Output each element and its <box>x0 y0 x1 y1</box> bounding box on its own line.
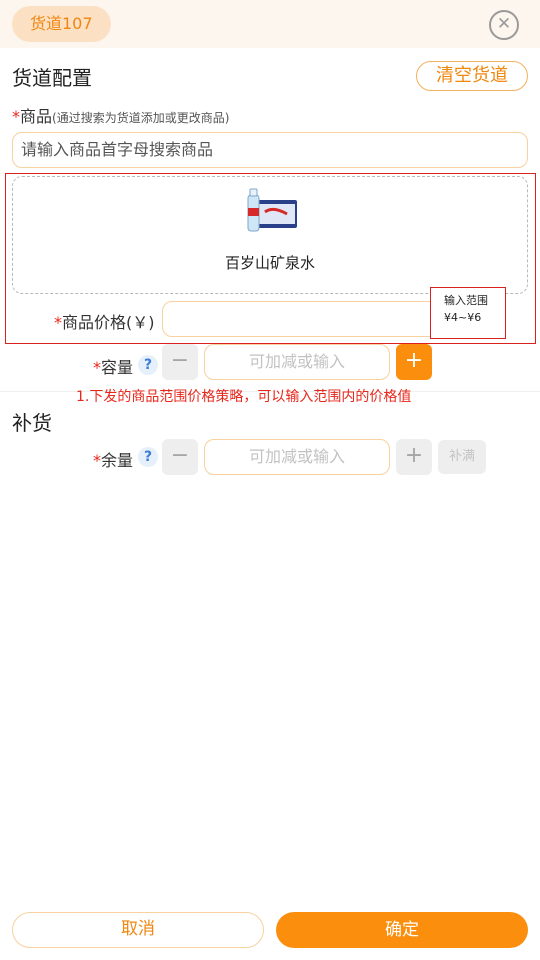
channel-chip: 货道107 <box>12 6 111 42</box>
stock-input[interactable]: 可加减或输入 <box>204 439 390 475</box>
question-icon[interactable]: ? <box>138 355 158 375</box>
question-icon[interactable]: ? <box>138 447 158 467</box>
close-icon[interactable]: ✕ <box>489 10 519 40</box>
capacity-label-text: 容量 <box>101 358 134 377</box>
top-bar: 货道107 ✕ <box>0 0 540 48</box>
capacity-label: *容量 <box>93 354 133 378</box>
product-search-input[interactable]: 请输入商品首字母搜索商品 <box>12 132 528 168</box>
clear-channel-button[interactable]: 清空货道 <box>416 61 528 91</box>
product-label: *商品(通过搜索为货道添加或更改商品) <box>12 103 229 127</box>
range-tip-title: 输入范围 <box>444 294 488 307</box>
annotation-note: 1.下发的商品范围价格策略，可以输入范围内的价格值 <box>76 389 412 405</box>
capacity-increase-button[interactable]: + <box>396 344 432 380</box>
product-hint: (通过搜索为货道添加或更改商品) <box>52 111 230 125</box>
fill-up-button[interactable]: 补满 <box>438 440 486 474</box>
confirm-button[interactable]: 确定 <box>276 912 528 948</box>
stock-label: *余量 <box>93 447 133 471</box>
price-label: *商品价格(￥) <box>54 309 155 333</box>
price-range-tip: 输入范围 ¥4~¥6 <box>430 287 506 339</box>
required-mark: * <box>93 451 101 470</box>
required-mark: * <box>54 313 62 332</box>
stock-label-text: 余量 <box>101 451 134 470</box>
stock-decrease-button[interactable]: − <box>162 439 198 475</box>
config-title: 货道配置 <box>12 66 92 90</box>
price-input[interactable] <box>162 301 438 337</box>
required-mark: * <box>12 107 20 126</box>
cancel-button[interactable]: 取消 <box>12 912 264 948</box>
range-tip-value: ¥4~¥6 <box>444 311 482 324</box>
restock-title: 补货 <box>12 411 52 435</box>
water-bottle-product-image <box>247 188 297 232</box>
price-label-text: 商品价格(￥) <box>62 313 155 332</box>
required-mark: * <box>93 358 101 377</box>
capacity-decrease-button[interactable]: − <box>162 344 198 380</box>
product-name: 百岁山矿泉水 <box>224 254 315 272</box>
capacity-input[interactable]: 可加减或输入 <box>204 344 390 380</box>
product-label-text: 商品 <box>20 107 53 126</box>
stock-increase-button[interactable]: + <box>396 439 432 475</box>
